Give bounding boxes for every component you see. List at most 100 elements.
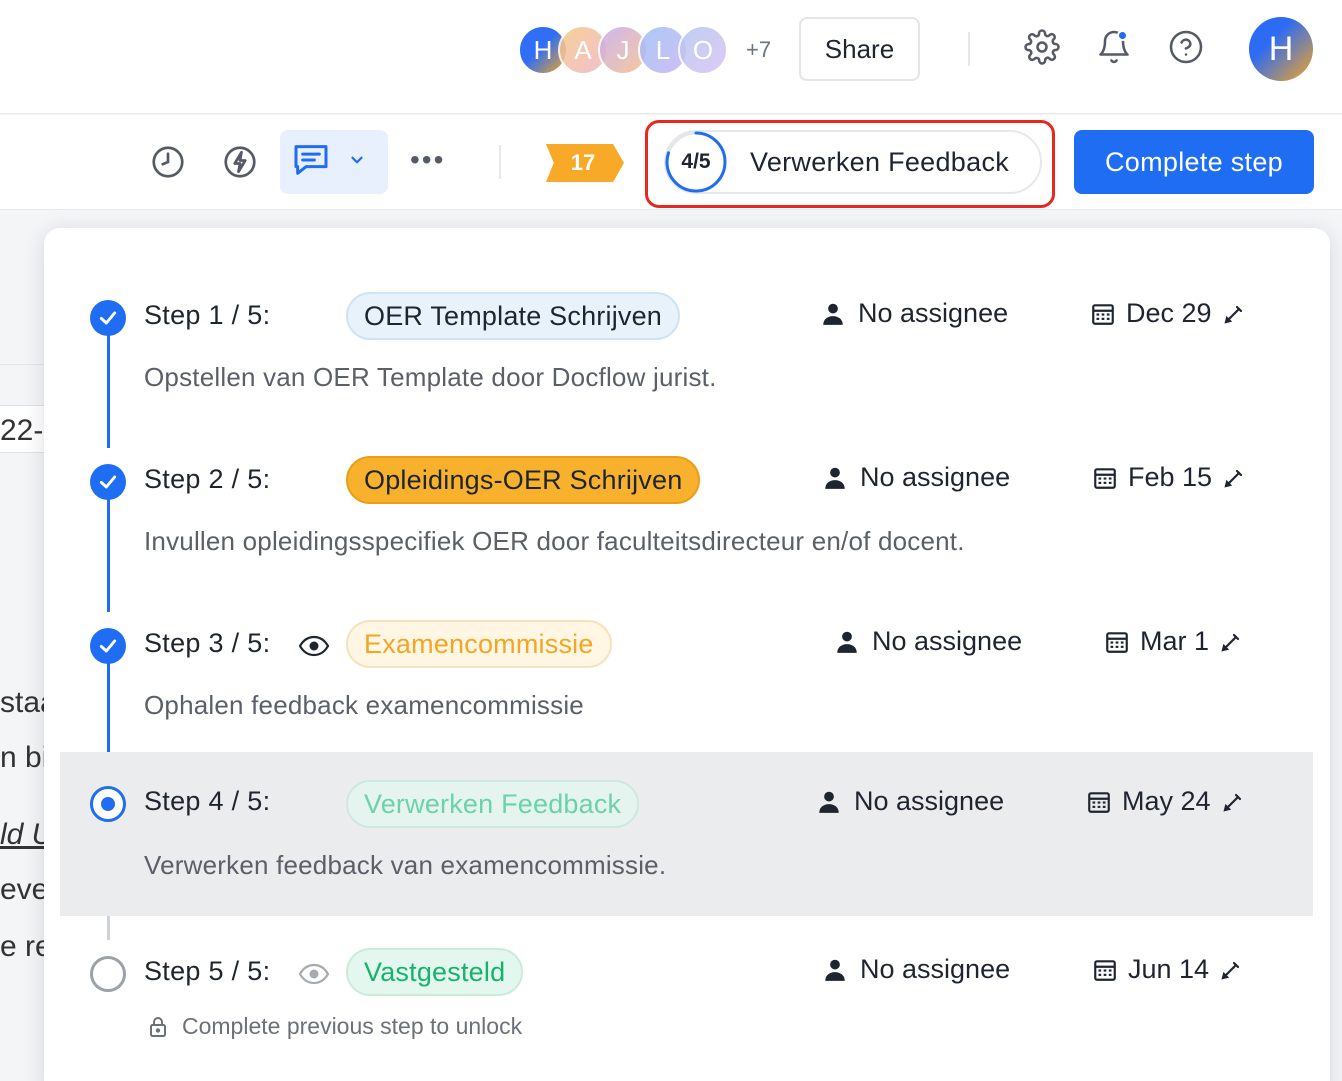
step-due-date[interactable]: Jun 14 <box>1092 954 1243 985</box>
step-description: Ophalen feedback examencommissie <box>144 690 584 720</box>
step-due-date[interactable]: May 24 <box>1086 786 1245 817</box>
avatar[interactable]: O <box>678 25 728 75</box>
calendar-icon <box>1092 303 1114 325</box>
step-row-active[interactable]: Step 4 / 5: Verwerken Feedback No assign… <box>60 752 1313 916</box>
divider <box>499 145 501 179</box>
step-complete-indicator <box>90 628 126 664</box>
divider <box>968 32 970 66</box>
step-tag[interactable]: Examencommissie <box>346 620 612 668</box>
pencil-icon[interactable] <box>1219 958 1243 982</box>
document-text: staa <box>0 686 44 719</box>
step-due-date[interactable]: Dec 29 <box>1090 298 1246 329</box>
step-assignee[interactable]: No assignee <box>822 462 1010 493</box>
gear-icon[interactable] <box>1022 27 1062 67</box>
step-assignee[interactable]: No assignee <box>834 626 1022 657</box>
top-bar: H A J L O +7 Share H <box>0 0 1342 114</box>
complete-step-button[interactable]: Complete step <box>1074 130 1314 194</box>
calendar-icon <box>1088 791 1110 813</box>
step-number: Step 3 / 5: <box>144 628 271 658</box>
person-icon <box>823 303 843 325</box>
pencil-icon[interactable] <box>1219 630 1243 654</box>
step-tag[interactable]: Verwerken Feedback <box>346 780 640 828</box>
document-link[interactable]: ld U <box>0 818 44 852</box>
collaborator-avatars[interactable]: H A J L O +7 <box>518 24 771 76</box>
document-divider <box>0 364 44 365</box>
lock-note-text: Complete previous step to unlock <box>182 1013 523 1039</box>
calendar-icon <box>1094 959 1116 981</box>
step-complete-indicator <box>90 300 126 336</box>
step-row[interactable]: Step 2 / 5: Opleidings-OER Schrijven No … <box>60 446 1313 610</box>
chevron-down-icon[interactable] <box>348 151 366 174</box>
bell-icon[interactable] <box>1094 27 1134 67</box>
check-icon <box>99 639 117 653</box>
step-tag[interactable]: Opleidings-OER Schrijven <box>346 456 701 504</box>
step-row[interactable]: Step 3 / 5: Examencommissie No assignee … <box>60 610 1313 774</box>
step-number: Step 4 / 5: <box>144 786 271 816</box>
locked-step-note: Complete previous step to unlock <box>148 1013 522 1040</box>
step-description: Verwerken feedback van examencommissie. <box>144 850 667 880</box>
step-current-indicator <box>90 786 126 822</box>
assignee-label: No assignee <box>872 626 1023 656</box>
share-button[interactable]: Share <box>799 17 920 81</box>
step-description: Invullen opleidingsspecifiek OER door fa… <box>144 526 965 556</box>
step-number: Step 2 / 5: <box>144 464 271 494</box>
document-text: 22-2 <box>0 414 44 447</box>
user-avatar[interactable]: H <box>1249 17 1313 81</box>
comments-toggle[interactable] <box>280 130 388 194</box>
more-icon[interactable]: ••• <box>410 145 445 175</box>
step-due-date[interactable]: Feb 15 <box>1092 462 1246 493</box>
workflow-steps-panel: Step 1 / 5: OER Template Schrijven No as… <box>44 228 1330 1081</box>
step-assignee[interactable]: No assignee <box>822 954 1010 985</box>
step-progress-ring: 4/5 <box>664 130 728 194</box>
due-date-label: Feb 15 <box>1128 462 1213 492</box>
due-date-label: Jun 14 <box>1128 954 1210 984</box>
document-toolbar: ••• 17 4/5 Verwerken Feedback Complete s… <box>0 115 1342 210</box>
check-icon <box>99 311 117 325</box>
person-icon <box>825 467 845 489</box>
more-collaborators-count[interactable]: +7 <box>746 37 771 63</box>
step-description: Opstellen van OER Template door Docflow … <box>144 362 717 392</box>
comment-icon <box>290 140 332 185</box>
eye-icon[interactable] <box>298 634 330 658</box>
person-icon <box>837 631 857 653</box>
step-pending-indicator <box>90 956 126 992</box>
eye-icon[interactable] <box>298 962 330 986</box>
notification-dot <box>1117 30 1128 41</box>
step-row[interactable]: Step 1 / 5: OER Template Schrijven No as… <box>60 282 1313 446</box>
due-date-label: Mar 1 <box>1140 626 1210 656</box>
step-assignee[interactable]: No assignee <box>816 786 1004 817</box>
step-tag[interactable]: OER Template Schrijven <box>346 292 681 340</box>
lock-icon <box>150 1016 166 1037</box>
check-icon <box>99 475 117 489</box>
person-icon <box>819 791 839 813</box>
assignee-label: No assignee <box>854 786 1005 816</box>
pencil-icon[interactable] <box>1222 302 1246 326</box>
step-tag[interactable]: Vastgesteld <box>346 948 524 996</box>
lightning-icon[interactable] <box>220 142 260 182</box>
assignee-label: No assignee <box>860 462 1011 492</box>
help-icon[interactable] <box>1166 27 1206 67</box>
calendar-icon <box>1094 467 1116 489</box>
step-row-locked[interactable]: Step 5 / 5: Vastgesteld No assignee Jun … <box>60 938 1313 1081</box>
assignee-label: No assignee <box>860 954 1011 984</box>
due-date-label: Dec 29 <box>1126 298 1212 328</box>
history-icon[interactable] <box>148 142 188 182</box>
due-date-label: May 24 <box>1122 786 1211 816</box>
calendar-icon <box>1106 631 1128 653</box>
pencil-icon[interactable] <box>1222 466 1246 490</box>
step-assignee[interactable]: No assignee <box>820 298 1008 329</box>
pencil-icon[interactable] <box>1221 790 1245 814</box>
document-text: eve <box>0 873 44 906</box>
assignee-label: No assignee <box>858 298 1009 328</box>
step-due-date[interactable]: Mar 1 <box>1104 626 1243 657</box>
step-number: Step 1 / 5: <box>144 300 271 330</box>
step-complete-indicator <box>90 464 126 500</box>
document-text: e re <box>0 930 44 963</box>
count-badge[interactable]: 17 <box>546 144 624 182</box>
current-step-name: Verwerken Feedback <box>750 146 1010 177</box>
step-progress-label: 4/5 <box>681 150 711 173</box>
person-icon <box>825 959 845 981</box>
document-text: n bin <box>0 741 44 774</box>
step-number: Step 5 / 5: <box>144 956 271 986</box>
current-step-selector[interactable]: 4/5 Verwerken Feedback <box>664 130 1042 194</box>
